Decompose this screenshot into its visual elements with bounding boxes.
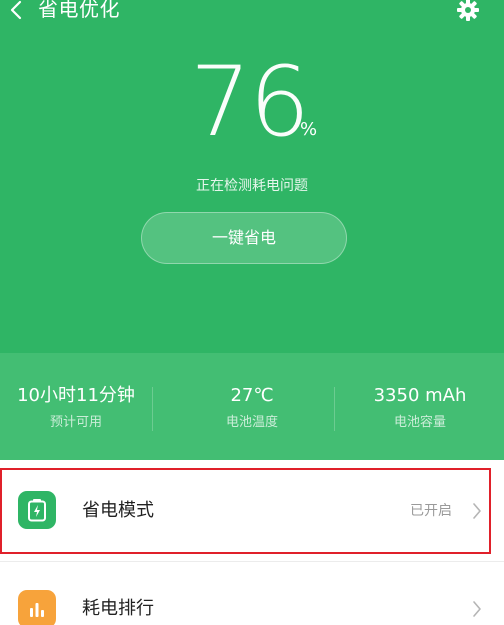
stat-label: 电池温度 [225,415,278,430]
settings-list: 省电模式 已开启 耗电排行 [0,460,504,625]
stat-battery-capacity: 3350 mAh 电池容量 [336,353,504,460]
bar-chart-icon [18,590,56,625]
battery-percent-sign: % [300,119,318,140]
stat-battery-temperature: 27℃ 电池温度 [168,353,336,460]
back-button[interactable] [6,0,26,22]
stat-value: 3350 mAh [373,385,467,406]
battery-hero: 省电优化 76 % 正在检测耗电问题 一键省电 [0,0,504,353]
gear-icon [457,0,479,21]
stat-value: 27℃ [230,385,274,406]
settings-button[interactable] [455,0,481,23]
detection-status: 正在检测耗电问题 [196,178,308,194]
stat-label: 预计可用 [49,415,102,430]
battery-charging-icon [18,491,56,529]
chevron-left-icon [10,0,22,20]
stat-divider [334,387,335,431]
list-item-label: 耗电排行 [82,598,154,619]
list-item-power-saving-mode[interactable]: 省电模式 已开启 [0,466,504,556]
battery-percent-value: 76 [190,46,310,158]
stat-value: 10小时11分钟 [17,385,135,406]
battery-percentage: 76 % [0,52,504,160]
one-click-save-button[interactable]: 一键省电 [141,212,347,264]
app-screen: 省电优化 76 % 正在检测耗电问题 一键省电 10小时11分钟 预计可用 27… [0,0,504,625]
list-item-label: 省电模式 [82,500,154,521]
chevron-right-icon [470,500,484,522]
stat-label: 电池容量 [393,415,446,430]
page-title: 省电优化 [38,0,120,21]
list-item-power-ranking[interactable]: 耗电排行 [0,562,504,625]
stat-remaining-time: 10小时11分钟 预计可用 [0,353,152,460]
battery-stats: 10小时11分钟 预计可用 27℃ 电池温度 3350 mAh 电池容量 [0,353,504,460]
stat-divider [152,387,153,431]
chevron-right-icon [470,598,484,620]
title-bar: 省电优化 [0,0,504,26]
list-item-value: 已开启 [410,503,452,519]
